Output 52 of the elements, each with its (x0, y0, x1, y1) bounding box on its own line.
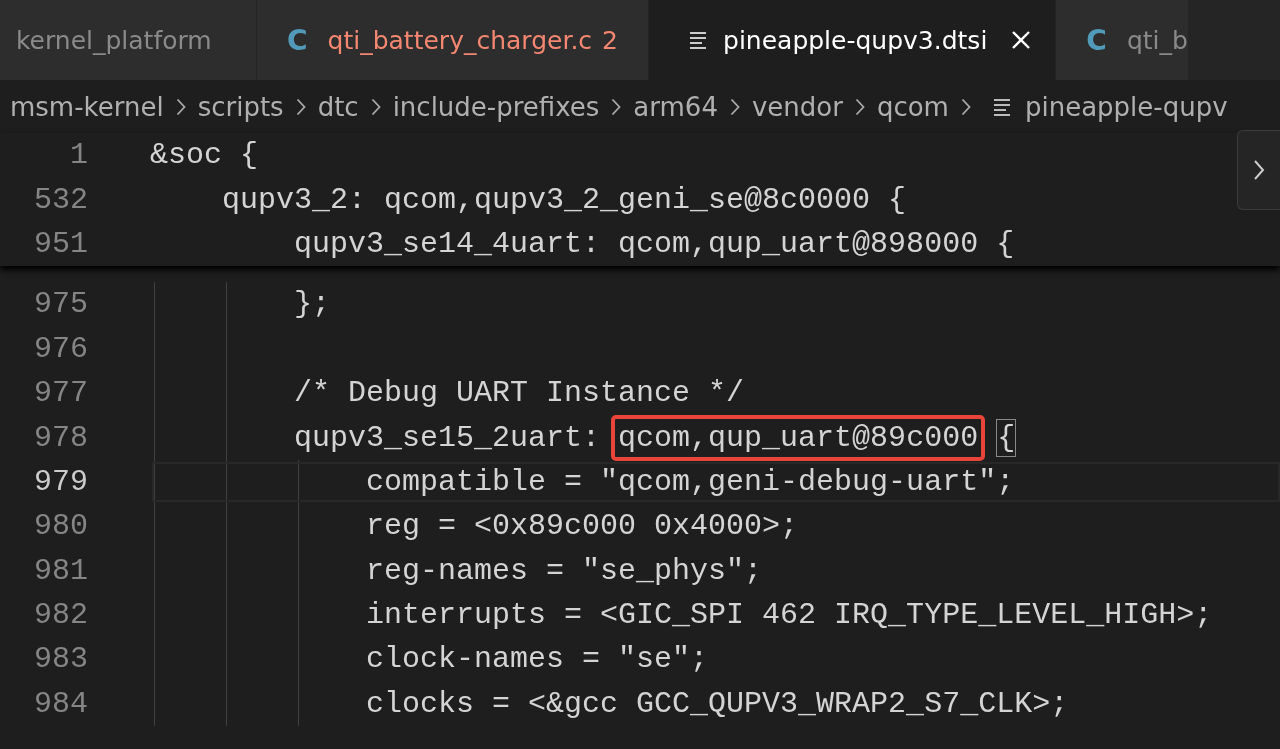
chevron-icon (175, 97, 186, 116)
chevron-icon (611, 97, 622, 116)
highlighted-code[interactable]: qcom,qup_uart@89c000 (611, 414, 986, 461)
code-text[interactable]: reg-names = "se_phys"; (150, 553, 763, 588)
line-number: 983 (33, 642, 88, 677)
line-number: 980 (33, 509, 88, 544)
c-file-icon: C (1086, 23, 1107, 57)
code-text[interactable]: interrupts = <GIC_SPI 462 IRQ_TYPE_LEVEL_HIGH>; (150, 598, 1213, 633)
breadcrumb-item[interactable]: pineapple-qupv (1024, 91, 1228, 122)
line-number: 977 (33, 376, 88, 411)
editor-tab[interactable]: C qti_b (1056, 0, 1189, 80)
chevron-icon (854, 97, 865, 116)
breadcrumb-item[interactable]: dtc (317, 91, 359, 122)
breadcrumb-item[interactable]: arm64 (633, 91, 718, 122)
line-number: 975 (33, 287, 88, 322)
code-text[interactable]: clocks = <&gcc GCC_QUPV3_WRAP2_S7_CLK>; (150, 686, 1069, 721)
breadcrumb-item[interactable]: vendor (751, 91, 843, 122)
line-number: 982 (33, 598, 88, 633)
code-text[interactable]: compatible = "qcom,geni-debug-uart"; (150, 464, 1015, 499)
editor-tab[interactable]: kernel_platform (0, 0, 257, 80)
problem-count: 2 (602, 25, 618, 55)
breadcrumb-item[interactable]: qcom (876, 91, 949, 122)
chevron-icon (1253, 159, 1265, 181)
code-text[interactable]: /* Debug UART Instance */ (150, 376, 745, 411)
matched-bracket[interactable]: { (996, 418, 1017, 457)
c-file-icon: C (287, 23, 308, 57)
code-text[interactable]: clock-names = "se"; (150, 642, 709, 677)
line-number: 532 (33, 182, 88, 217)
line-number: 976 (33, 331, 88, 366)
code-text[interactable]: &soc { (150, 138, 259, 173)
code-text[interactable]: qupv3_se14_4uart: qcom,qup_uart@898000 { (150, 226, 1015, 261)
chevron-icon (370, 97, 381, 116)
code-text[interactable]: reg = <0x89c000 0x4000>; (150, 509, 799, 544)
lines-icon (689, 31, 709, 49)
breadcrumb-item[interactable]: msm-kernel (10, 91, 164, 122)
chevron-icon (960, 97, 971, 116)
code-text[interactable]: qupv3_2: qcom,qupv3_2_geni_se@8c0000 { (150, 182, 907, 217)
close-icon[interactable] (1011, 30, 1032, 50)
line-number: 979 (33, 464, 88, 499)
breadcrumb-item[interactable]: scripts (197, 91, 284, 122)
line-number: 978 (33, 420, 88, 455)
editor-tab[interactable]: pineapple-qupv3.dtsi (649, 0, 1057, 80)
breadcrumb-item[interactable]: include-prefixes (392, 91, 600, 122)
lines-icon (992, 97, 1013, 116)
editor-tab[interactable]: C qti_battery_charger.c 2 (257, 0, 649, 80)
chevron-icon (729, 97, 740, 116)
line-number: 981 (33, 553, 88, 588)
line-number: 951 (33, 226, 88, 261)
chevron-icon (295, 97, 306, 116)
line-number: 1 (69, 138, 88, 173)
line-number: 984 (33, 686, 88, 721)
code-text[interactable]: }; (150, 287, 331, 322)
